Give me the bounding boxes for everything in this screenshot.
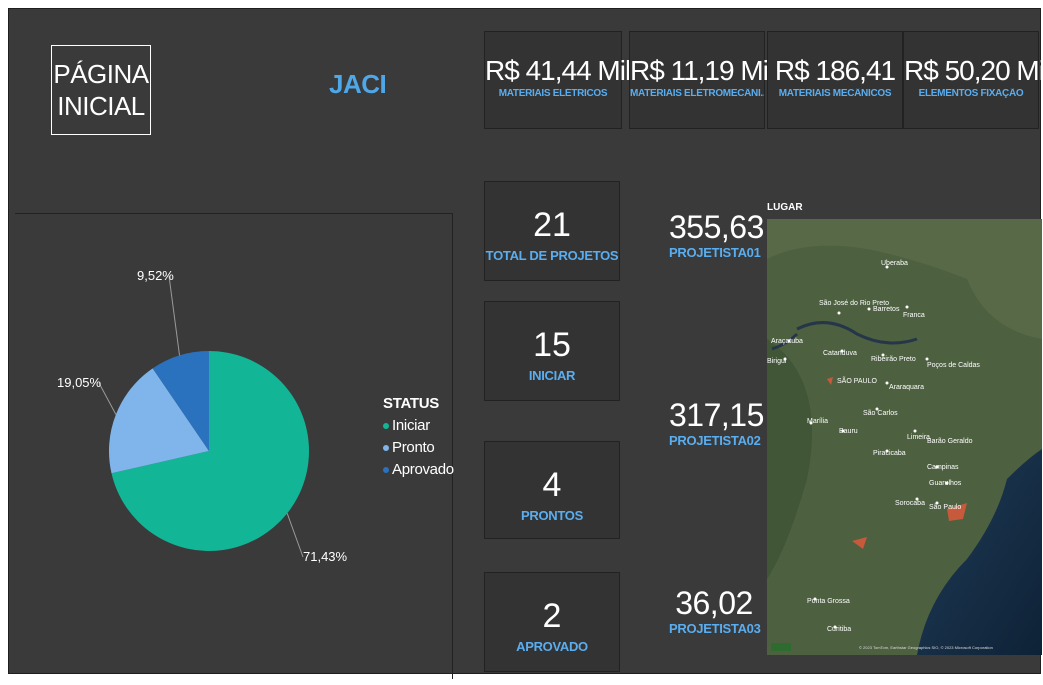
svg-text:Uberaba: Uberaba (881, 260, 908, 267)
legend-title: STATUS (383, 395, 439, 412)
svg-text:Barretos: Barretos (873, 306, 900, 313)
card-label: PRONTOS (521, 508, 583, 523)
svg-text:Sorocaba: Sorocaba (895, 500, 925, 507)
kpi-value: R$ 50,20 Mil (904, 55, 1043, 86)
card-aprovado: 2 APROVADO (484, 572, 620, 672)
pie-leader-line (168, 275, 181, 356)
kpi-materiais-eletricos: R$ 41,44 Mil MATERIAIS ELÉTRICOS (484, 31, 631, 129)
pie-data-label: 9,52% (137, 268, 174, 283)
legend-label: Pronto (392, 439, 435, 456)
svg-text:Piracicaba: Piracicaba (873, 450, 906, 457)
svg-text:Bauru: Bauru (839, 428, 858, 435)
card-value: 2 (542, 597, 562, 635)
svg-text:Ribeirão Preto: Ribeirão Preto (871, 356, 916, 363)
svg-text:Catanduva: Catanduva (823, 350, 857, 357)
legend-item-aprovado[interactable]: Aprovado (383, 457, 454, 483)
pie-data-label: 19,05% (57, 375, 102, 390)
home-button-line1: PÁGINA (53, 59, 149, 89)
pie-leader-line (98, 382, 117, 415)
card-label: APROVADO (516, 639, 588, 654)
kpi-label: MATERIAIS ELÉTRICOS (498, 88, 608, 99)
kpi-materiais-eletromecanicos: R$ 11,19 Mil MATERIAIS ELETROMECÂNI... (629, 31, 774, 129)
card-iniciar: 15 INICIAR (484, 301, 620, 401)
satellite-map: Uberaba São José do Rio Preto Barretos F… (767, 219, 1042, 655)
kpi-materiais-mecanicos: R$ 186,41 MATERIAIS MECÂNICOS (767, 31, 903, 129)
projetista01-metric: 355,63 PROJETISTA01 (669, 209, 764, 260)
home-page-button[interactable]: PÁGINA INICIAL (51, 45, 151, 135)
page-title: JACI (329, 69, 387, 99)
map-visual[interactable]: Uberaba São José do Rio Preto Barretos F… (767, 219, 1042, 655)
card-value: 15 (533, 326, 571, 364)
report-canvas: PÁGINA INICIAL JACI R$ 41,44 Mil MATERIA… (8, 8, 1043, 679)
kpi-elementos-fixacao: R$ 50,20 Mil ELEMENTOS FIXAÇÃO (903, 31, 1043, 129)
kpi-value: R$ 41,44 Mil (485, 55, 631, 86)
kpi-label: MATERIAIS ELETROMECÂNI... (630, 88, 764, 99)
home-button-line2: INICIAL (57, 91, 145, 121)
card-prontos: 4 PRONTOS (484, 441, 620, 539)
kpi-value: R$ 186,41 (774, 55, 896, 86)
svg-text:Ponta Grossa: Ponta Grossa (807, 598, 850, 605)
projetista03-metric: 36,02 PROJETISTA03 (669, 585, 761, 636)
pie-data-label: 71,43% (303, 549, 348, 564)
projetista-label: PROJETISTA01 (669, 245, 761, 260)
projetista-value: 355,63 (669, 209, 764, 245)
svg-text:SÃO PAULO: SÃO PAULO (837, 376, 877, 385)
svg-text:Guarulhos: Guarulhos (929, 480, 962, 487)
svg-text:Franca: Franca (903, 312, 925, 319)
microsoft-bing-logo-icon (771, 643, 791, 651)
svg-text:Araraquara: Araraquara (889, 384, 924, 391)
legend-dot (383, 423, 389, 430)
svg-text:Barão Geraldo: Barão Geraldo (927, 438, 973, 445)
projetista-value: 36,02 (675, 585, 753, 621)
svg-text:Campinas: Campinas (927, 464, 959, 471)
legend-dot (383, 445, 389, 452)
svg-text:Marília: Marília (807, 418, 828, 425)
card-value: 21 (533, 206, 571, 244)
card-label: TOTAL DE PROJETOS (485, 248, 619, 263)
legend-label: Iniciar (392, 417, 430, 434)
map-attribution: © 2023 TomTom, Earthstar Geographics SIO… (859, 645, 993, 650)
card-value: 4 (542, 466, 562, 504)
pie-leader-line (286, 513, 304, 558)
svg-text:São Carlos: São Carlos (863, 410, 898, 417)
projetista02-metric: 317,15 PROJETISTA02 (669, 397, 764, 448)
kpi-label: MATERIAIS MECÂNICOS (778, 88, 892, 99)
projetista-value: 317,15 (669, 397, 764, 433)
kpi-value: R$ 11,19 Mil (630, 55, 774, 86)
svg-text:Curitiba: Curitiba (827, 626, 851, 633)
projetista-label: PROJETISTA03 (669, 621, 761, 636)
svg-text:Araçatuba: Araçatuba (771, 338, 803, 345)
card-label: INICIAR (528, 368, 576, 383)
card-total-projetos: 21 TOTAL DE PROJETOS (484, 181, 620, 281)
legend-label: Aprovado (392, 461, 454, 478)
kpi-label: ELEMENTOS FIXAÇÃO (918, 88, 1024, 99)
svg-text:Poços de Caldas: Poços de Caldas (927, 362, 980, 369)
legend-dot (383, 467, 389, 474)
svg-text:São Paulo: São Paulo (929, 504, 961, 511)
status-legend: STATUS Iniciar Pronto Aprovado (383, 395, 454, 483)
svg-text:Birigui: Birigui (767, 358, 787, 365)
map-title: LUGAR (767, 202, 803, 213)
projetista-label: PROJETISTA02 (669, 433, 761, 448)
